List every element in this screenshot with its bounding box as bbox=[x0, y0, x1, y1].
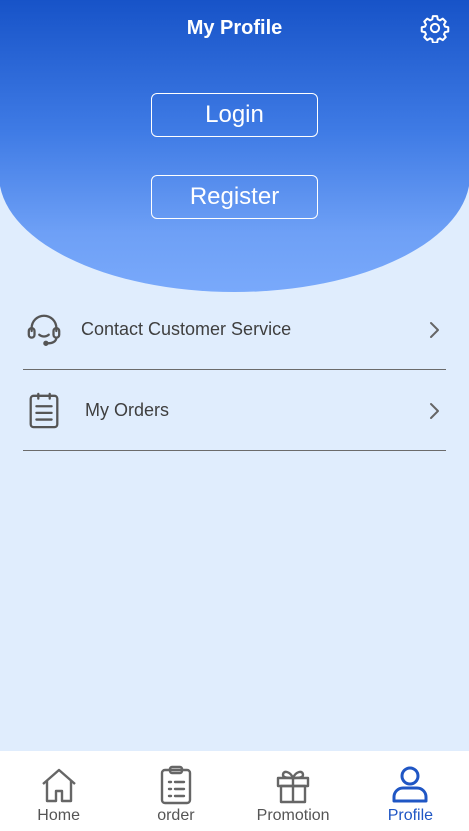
headset-icon bbox=[23, 309, 65, 351]
login-button[interactable]: Login bbox=[151, 93, 318, 137]
profile-header-background bbox=[0, 0, 469, 292]
menu-item-label: My Orders bbox=[85, 400, 170, 420]
menu-item-my-orders[interactable]: My Orders bbox=[23, 371, 446, 451]
home-icon bbox=[37, 763, 81, 807]
register-button[interactable]: Register bbox=[151, 175, 318, 219]
tab-label: order bbox=[157, 807, 195, 824]
user-icon bbox=[388, 763, 432, 807]
menu-item-label: Contact Customer Service bbox=[81, 319, 292, 339]
clipboard-list-icon bbox=[23, 390, 65, 432]
menu-item-contact-customer-service[interactable]: Contact Customer Service bbox=[23, 290, 446, 370]
tab-label: Promotion bbox=[256, 807, 330, 824]
tab-order[interactable]: order bbox=[117, 751, 234, 831]
settings-button[interactable] bbox=[419, 12, 451, 44]
tab-label: Profile bbox=[387, 807, 434, 824]
clipboard-icon bbox=[154, 763, 198, 807]
tab-label: Home bbox=[37, 807, 80, 824]
gear-icon bbox=[420, 15, 450, 43]
chevron-right-icon bbox=[424, 320, 444, 340]
tab-home[interactable]: Home bbox=[0, 751, 117, 831]
chevron-right-icon bbox=[424, 401, 444, 421]
tab-promotion[interactable]: Promotion bbox=[235, 751, 352, 831]
bottom-tab-bar: Home order Promotion Profile bbox=[0, 751, 469, 831]
page-title: My Profile bbox=[186, 17, 283, 39]
tab-profile[interactable]: Profile bbox=[352, 751, 469, 831]
gift-icon bbox=[271, 763, 315, 807]
